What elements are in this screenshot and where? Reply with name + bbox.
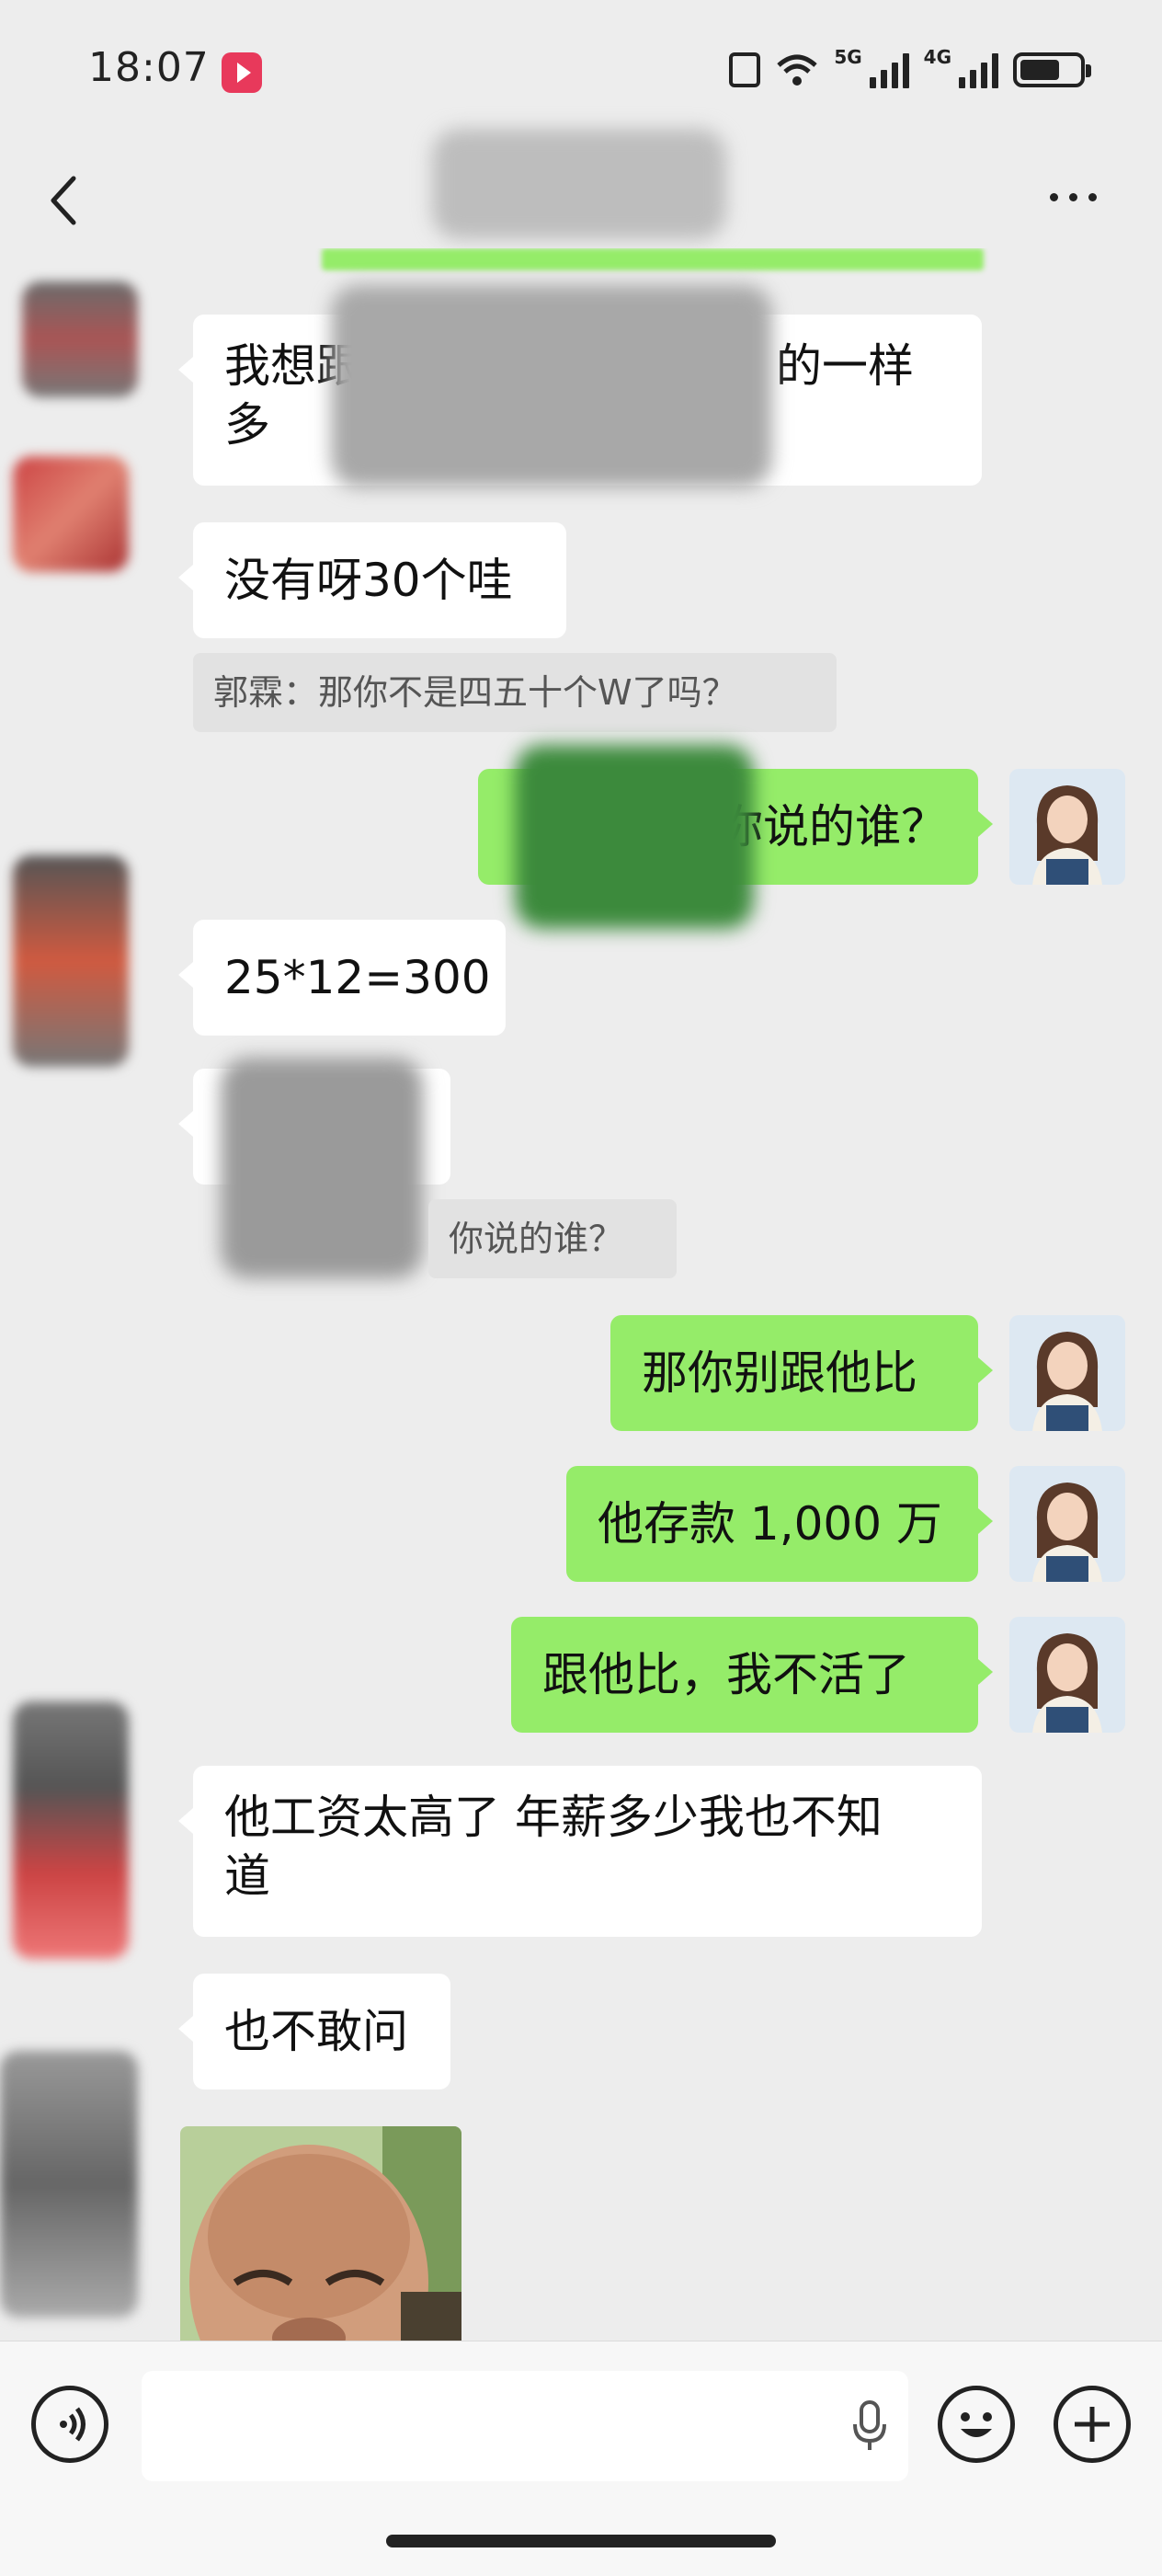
quoted-message[interactable]: 你说的谁？ (428, 1199, 677, 1278)
message-bubble[interactable]: 他存款 1,000 万 (566, 1466, 993, 1582)
more-dots-icon[interactable] (1050, 193, 1097, 201)
message-input[interactable] (142, 2371, 908, 2481)
microphone-icon[interactable] (851, 2399, 888, 2457)
message-text: 25*12=300 (224, 951, 491, 1004)
message-bubble[interactable]: 没有呀30个哇 (178, 522, 566, 638)
avatar[interactable] (13, 456, 129, 572)
redacted-content (515, 745, 754, 929)
voice-input-icon[interactable] (31, 2386, 108, 2463)
avatar[interactable] (0, 2051, 138, 2318)
sticker-image[interactable] (180, 2126, 461, 2341)
battery-icon (1013, 52, 1091, 87)
avatar[interactable] (1009, 1617, 1125, 1733)
message-text: 那你别跟他比 (642, 1346, 917, 1400)
message-text: 他存款 1,000 万 (598, 1497, 942, 1551)
plus-icon[interactable] (1054, 2386, 1131, 2463)
avatar[interactable] (22, 281, 138, 397)
input-bar (0, 2341, 1162, 2576)
redacted-title (432, 129, 726, 239)
redacted-content (331, 285, 772, 487)
message-text: 他工资太高了 年薪多少我也不知 (224, 1791, 883, 1844)
message-bubble[interactable]: 25*12=300 (178, 920, 506, 1036)
signal-icon (869, 52, 909, 88)
avatar[interactable] (1009, 1466, 1125, 1582)
avatar[interactable] (1009, 769, 1125, 885)
wifi-icon (775, 52, 819, 87)
message-bubble[interactable]: 那你别跟他比 (610, 1315, 993, 1431)
message-bubble[interactable]: 他工资太高了 年薪多少我也不知 道 (178, 1766, 982, 1937)
partial-top-bubble (322, 248, 984, 270)
emoji-icon[interactable] (938, 2386, 1015, 2463)
message-bubble[interactable]: 也不敢问 (178, 1974, 450, 2089)
avatar[interactable] (13, 855, 129, 1067)
chat-area: 我想跟 的一样 多 没有呀30个哇 郭霖：那你不是四五十个W了吗？ 你说的谁？ 2… (0, 248, 1162, 2341)
home-indicator[interactable] (386, 2535, 776, 2547)
redacted-content (221, 1058, 423, 1278)
message-text: 跟他比，我不活了 (542, 1648, 910, 1701)
avatar[interactable] (1009, 1315, 1125, 1431)
message-text: 道 (224, 1849, 270, 1903)
status-bar: 18:07 5G 4G (0, 0, 1162, 138)
message-bubble[interactable]: 跟他比，我不活了 (511, 1617, 993, 1733)
message-text: 没有呀30个哇 (224, 554, 513, 607)
quoted-message[interactable]: 郭霖：那你不是四五十个W了吗？ (193, 653, 837, 732)
status-icons: 5G 4G (729, 46, 1091, 94)
signal-icon (959, 52, 998, 88)
chat-header (0, 129, 1162, 248)
network-label-4g: 4G (923, 46, 951, 68)
back-chevron-icon[interactable] (46, 173, 83, 225)
avatar[interactable] (13, 1701, 129, 1959)
video-app-icon (222, 52, 262, 93)
network-label-5g: 5G (834, 46, 862, 68)
message-text: 也不敢问 (224, 2005, 408, 2058)
status-time: 18:07 (88, 44, 210, 91)
vibrate-icon (729, 52, 761, 87)
